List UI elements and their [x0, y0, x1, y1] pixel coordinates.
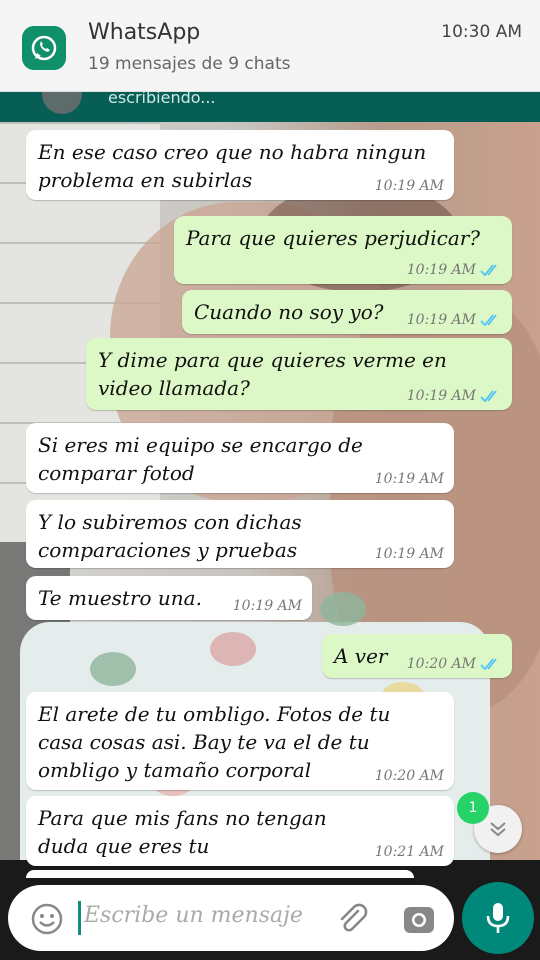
message-input[interactable]: Escribe un mensaje	[84, 903, 303, 928]
unread-badge: 1	[457, 792, 489, 824]
mic-button[interactable]	[462, 882, 534, 954]
message-outgoing[interactable]: Cuando no soy yo? 10:19 AM	[182, 290, 512, 334]
double-check-icon	[480, 264, 497, 277]
message-incoming[interactable]: Para que mis fans no tengan duda que ere…	[26, 796, 454, 866]
chat-header[interactable]: escribiendo...	[0, 92, 540, 122]
message-incoming[interactable]: Y lo subiremos con dichas comparaciones …	[26, 500, 454, 568]
chevron-down-icon	[490, 822, 506, 837]
double-check-icon	[480, 658, 497, 671]
typing-status: escribiendo...	[108, 92, 216, 107]
message-text: Y lo subiremos con dichas comparaciones …	[38, 510, 302, 562]
message-text: Para que quieres perjudicar?	[186, 226, 481, 250]
message-incoming[interactable]: El arete de tu ombligo. Fotos de tu casa…	[26, 692, 454, 790]
message-time: 10:19 AM	[374, 471, 444, 487]
double-check-icon	[480, 390, 497, 403]
message-partial	[26, 870, 414, 878]
emoji-icon[interactable]	[30, 902, 64, 936]
message-outgoing[interactable]: Y dime para que quieres verme en video l…	[86, 338, 512, 410]
notification-summary: 19 mensajes de 9 chats	[88, 54, 291, 74]
whatsapp-notification[interactable]: WhatsApp 19 mensajes de 9 chats 10:30 AM	[0, 0, 540, 92]
message-text: Si eres mi equipo se encargo de comparar…	[38, 433, 363, 485]
avatar[interactable]	[42, 92, 82, 114]
message-incoming[interactable]: En ese caso creo que no habra ningun pro…	[26, 130, 454, 200]
message-time: 10:19 AM	[406, 312, 476, 328]
message-text: Para que mis fans no tengan duda que ere…	[38, 806, 327, 858]
attach-icon[interactable]	[334, 901, 370, 937]
message-incoming[interactable]: Te muestro una. 10:19 AM	[26, 576, 312, 620]
message-time: 10:19 AM	[232, 598, 302, 614]
message-time: 10:19 AM	[374, 546, 444, 562]
message-outgoing[interactable]: Para que quieres perjudicar? 10:19 AM	[174, 216, 512, 284]
message-time: 10:21 AM	[374, 844, 444, 860]
camera-icon[interactable]	[402, 903, 436, 935]
message-time: 10:19 AM	[406, 388, 476, 404]
message-outgoing[interactable]: A ver 10:20 AM	[322, 634, 512, 678]
message-input-bar[interactable]: Escribe un mensaje	[8, 885, 454, 951]
double-check-icon	[480, 314, 497, 327]
mic-icon	[486, 903, 510, 933]
message-time: 10:20 AM	[406, 656, 476, 672]
text-caret	[78, 901, 81, 935]
message-text: Y dime para que quieres verme en video l…	[98, 348, 447, 400]
message-time: 10:19 AM	[406, 262, 476, 278]
notification-time: 10:30 AM	[441, 22, 522, 42]
message-time: 10:19 AM	[374, 178, 444, 194]
message-time: 10:20 AM	[374, 768, 444, 784]
notification-app-name: WhatsApp	[88, 20, 201, 45]
message-incoming[interactable]: Si eres mi equipo se encargo de comparar…	[26, 423, 454, 493]
whatsapp-icon	[22, 26, 66, 70]
